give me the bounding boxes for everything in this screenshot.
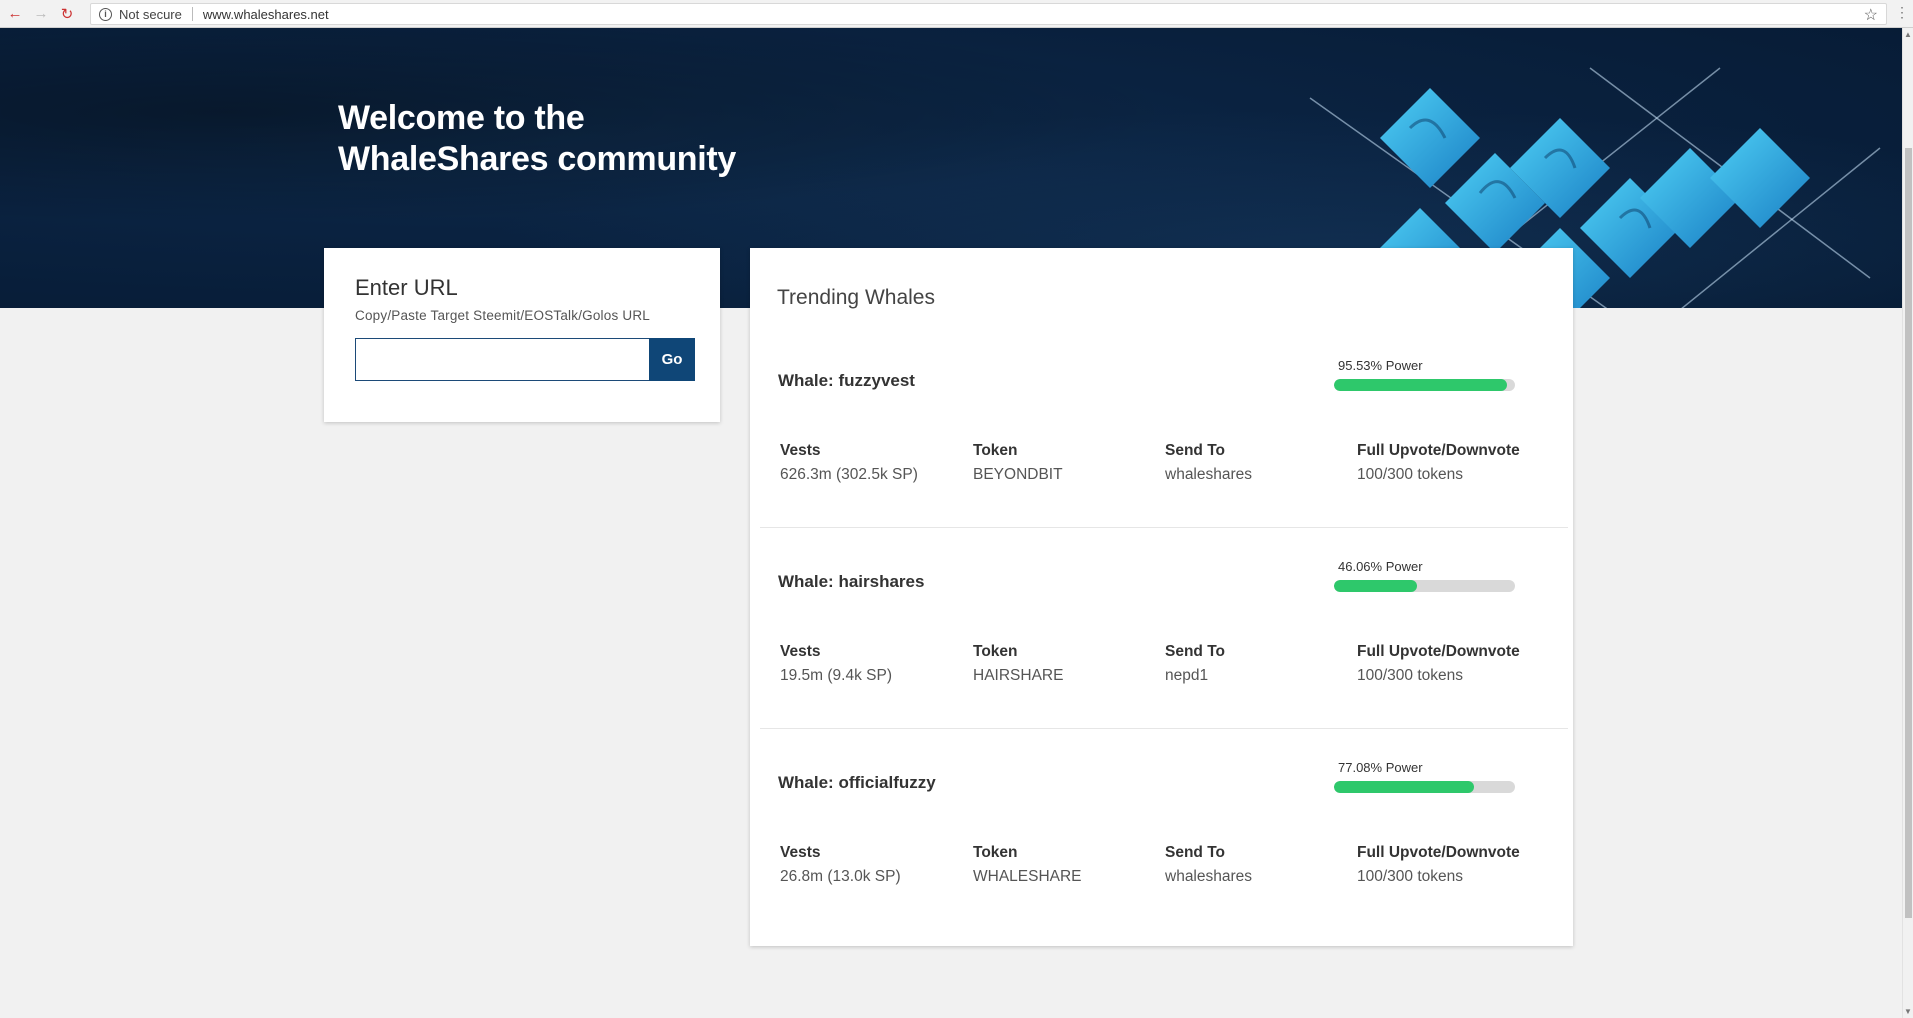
whale-name: Whale: officialfuzzy bbox=[778, 773, 936, 792]
token-value: WHALESHARE bbox=[973, 868, 1082, 885]
hero-title-line1: Welcome to the bbox=[338, 99, 585, 137]
enter-url-subtitle: Copy/Paste Target Steemit/EOSTalk/Golos … bbox=[355, 308, 650, 323]
vests-header: Vests bbox=[780, 844, 821, 861]
go-button[interactable]: Go bbox=[649, 338, 695, 381]
power-bar-fill bbox=[1334, 781, 1474, 793]
page-scrollbar[interactable]: ▲ ▼ bbox=[1902, 28, 1913, 1018]
bookmark-star-icon[interactable]: ☆ bbox=[1864, 5, 1878, 25]
upvote-header: Full Upvote/Downvote bbox=[1357, 844, 1520, 861]
whale-card: Whale: hairshares 46.06% Power Vests 19.… bbox=[760, 529, 1568, 729]
upvote-value: 100/300 tokens bbox=[1357, 466, 1464, 483]
trending-whales-card: Trending Whales Whale: fuzzyvest 95.53% … bbox=[750, 248, 1573, 946]
vests-header: Vests bbox=[780, 643, 821, 660]
address-url[interactable]: www.whaleshares.net bbox=[203, 7, 329, 22]
address-divider bbox=[191, 7, 193, 21]
browser-menu-icon[interactable]: ⋮ bbox=[1895, 4, 1909, 21]
token-header: Token bbox=[973, 844, 1018, 861]
power-label: 95.53% Power bbox=[1338, 358, 1423, 373]
whale-name: Whale: hairshares bbox=[778, 572, 925, 591]
send-to-value: whaleshares bbox=[1165, 868, 1253, 885]
back-arrow-icon[interactable]: ← bbox=[4, 3, 26, 25]
info-icon[interactable]: i bbox=[99, 7, 112, 21]
token-value: BEYONDBIT bbox=[973, 466, 1063, 483]
send-to-header: Send To bbox=[1165, 643, 1225, 660]
token-header: Token bbox=[973, 442, 1018, 459]
scroll-up-arrow-icon[interactable]: ▲ bbox=[1904, 30, 1912, 39]
scroll-down-arrow-icon[interactable]: ▼ bbox=[1904, 1007, 1912, 1016]
vests-column: Vests 26.8m (13.0k SP) bbox=[780, 844, 901, 886]
send-to-column: Send To whaleshares bbox=[1165, 442, 1252, 484]
upvote-value: 100/300 tokens bbox=[1357, 868, 1464, 885]
token-value: HAIRSHARE bbox=[973, 667, 1064, 684]
scroll-thumb[interactable] bbox=[1905, 148, 1912, 918]
hero-title-line2: WhaleShares community bbox=[338, 140, 737, 178]
send-to-value: whaleshares bbox=[1165, 466, 1253, 483]
upvote-column: Full Upvote/Downvote 100/300 tokens bbox=[1357, 844, 1520, 886]
trending-whales-title: Trending Whales bbox=[777, 286, 935, 309]
power-bar-fill bbox=[1334, 379, 1507, 391]
whale-card: Whale: fuzzyvest 95.53% Power Vests 626.… bbox=[760, 328, 1568, 528]
enter-url-card: Enter URL Copy/Paste Target Steemit/EOST… bbox=[324, 248, 720, 422]
vests-value: 19.5m (9.4k SP) bbox=[780, 667, 892, 684]
send-to-header: Send To bbox=[1165, 442, 1225, 459]
whale-card: Whale: officialfuzzy 77.08% Power Vests … bbox=[760, 730, 1568, 930]
power-bar bbox=[1334, 379, 1515, 391]
power-bar bbox=[1334, 580, 1515, 592]
upvote-column: Full Upvote/Downvote 100/300 tokens bbox=[1357, 643, 1520, 685]
send-to-column: Send To nepd1 bbox=[1165, 643, 1225, 685]
upvote-header: Full Upvote/Downvote bbox=[1357, 442, 1520, 459]
upvote-column: Full Upvote/Downvote 100/300 tokens bbox=[1357, 442, 1520, 484]
upvote-header: Full Upvote/Downvote bbox=[1357, 643, 1520, 660]
power-bar bbox=[1334, 781, 1515, 793]
power-bar-fill bbox=[1334, 580, 1418, 592]
vests-column: Vests 19.5m (9.4k SP) bbox=[780, 643, 892, 685]
send-to-header: Send To bbox=[1165, 844, 1225, 861]
token-header: Token bbox=[973, 643, 1018, 660]
security-label: Not secure bbox=[119, 6, 182, 22]
address-bar[interactable]: i Not secure www.whaleshares.net ☆ bbox=[90, 3, 1887, 25]
send-to-value: nepd1 bbox=[1165, 667, 1209, 684]
vests-value: 26.8m (13.0k SP) bbox=[780, 868, 901, 885]
forward-arrow-icon[interactable]: → bbox=[30, 3, 52, 25]
vests-column: Vests 626.3m (302.5k SP) bbox=[780, 442, 918, 484]
whale-name: Whale: fuzzyvest bbox=[778, 371, 915, 390]
token-column: Token BEYONDBIT bbox=[973, 442, 1063, 484]
upvote-value: 100/300 tokens bbox=[1357, 667, 1464, 684]
vests-header: Vests bbox=[780, 442, 821, 459]
hero-title: Welcome to the WhaleShares community bbox=[338, 98, 736, 180]
browser-toolbar: ← → ↻ i Not secure www.whaleshares.net ☆… bbox=[0, 0, 1913, 28]
token-column: Token HAIRSHARE bbox=[973, 643, 1063, 685]
power-label: 77.08% Power bbox=[1338, 760, 1423, 775]
url-input[interactable] bbox=[355, 338, 649, 381]
vests-value: 626.3m (302.5k SP) bbox=[780, 466, 918, 483]
token-column: Token WHALESHARE bbox=[973, 844, 1082, 886]
power-label: 46.06% Power bbox=[1338, 559, 1423, 574]
send-to-column: Send To whaleshares bbox=[1165, 844, 1252, 886]
enter-url-title: Enter URL bbox=[355, 275, 458, 300]
reload-icon[interactable]: ↻ bbox=[56, 3, 78, 25]
